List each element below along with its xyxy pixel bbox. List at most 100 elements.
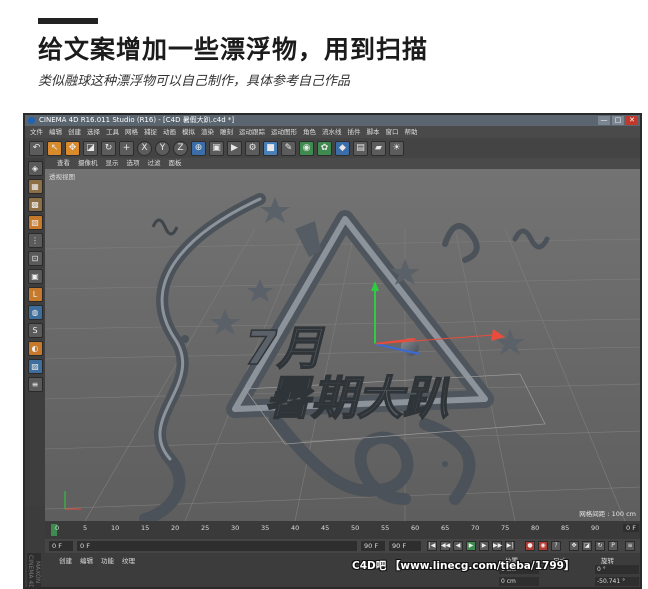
texture-mode-icon[interactable]: ▩ (27, 197, 43, 212)
end-frame-field[interactable]: 90 F (389, 541, 421, 551)
make-editable-icon[interactable]: ◈ (27, 161, 43, 176)
move-icon[interactable]: ✥ (65, 140, 80, 156)
scale-key-icon[interactable]: ◪ (582, 541, 592, 551)
menu-script[interactable]: 脚本 (367, 126, 380, 138)
menu-pipeline[interactable]: 流水线 (322, 126, 342, 138)
next-frame-icon[interactable]: ▶ (479, 541, 489, 551)
menu-create[interactable]: 创建 (68, 126, 81, 138)
array-icon[interactable]: ✿ (317, 140, 332, 156)
viewport-menu-camera[interactable]: 摄像机 (78, 158, 98, 169)
layer-icon[interactable]: ≡ (27, 377, 43, 392)
minimize-button[interactable]: — (598, 116, 610, 125)
frame-range-end[interactable]: 90 F (361, 541, 385, 551)
menu-snap[interactable]: 捕捉 (144, 126, 157, 138)
menu-select[interactable]: 选择 (87, 126, 100, 138)
axis-mode-icon[interactable]: L (27, 287, 43, 302)
menu-mograph[interactable]: 运动图形 (271, 126, 297, 138)
menu-mesh[interactable]: 网格 (125, 126, 138, 138)
close-button[interactable]: ✕ (626, 116, 638, 125)
record-icon[interactable]: ● (525, 541, 535, 551)
material-menu-texture[interactable]: 纹理 (122, 555, 135, 565)
world-coord-icon[interactable]: ⊕ (191, 140, 206, 156)
viewport-label: 透视视图 (49, 173, 75, 181)
snap-icon[interactable]: S (27, 323, 43, 338)
menu-help[interactable]: 帮助 (405, 126, 418, 138)
magnet-icon[interactable]: ◐ (27, 341, 43, 356)
menu-animate[interactable]: 动画 (163, 126, 176, 138)
y-axis-icon[interactable]: Y (155, 140, 170, 156)
model-mode-icon[interactable]: ▦ (27, 179, 43, 194)
pointer-icon[interactable]: ↖ (47, 140, 62, 156)
menu-file[interactable]: 文件 (30, 126, 43, 138)
menu-sculpt[interactable]: 雕刻 (220, 126, 233, 138)
viewport-menu: 查看 摄像机 显示 选项 过滤 面板 (45, 158, 640, 169)
keyframe-selection-icon[interactable]: ? (551, 541, 561, 551)
render-region-icon[interactable]: ▣ (209, 140, 224, 156)
nurbs-icon[interactable]: ◉ (299, 140, 314, 156)
prev-key-icon[interactable]: ◀◀ (440, 541, 450, 551)
viewport-menu-display[interactable]: 显示 (106, 158, 119, 169)
tick-80: 80 (531, 524, 540, 532)
points-mode-icon[interactable]: ⋮ (27, 233, 43, 248)
z-axis-icon[interactable]: Z (173, 140, 188, 156)
add-icon[interactable]: + (119, 140, 134, 156)
rotation-h-field[interactable]: 0 ° (595, 565, 639, 574)
menu-edit[interactable]: 编辑 (49, 126, 62, 138)
start-frame-field[interactable]: 0 F (49, 541, 73, 551)
tick-60: 60 (411, 524, 420, 532)
workplane-icon[interactable]: ▧ (27, 215, 43, 230)
grid-icon[interactable]: ▨ (27, 359, 43, 374)
viewport-menu-view[interactable]: 查看 (57, 158, 70, 169)
viewport-menu-panel[interactable]: 面板 (169, 158, 182, 169)
autokey-icon[interactable]: ◉ (538, 541, 548, 551)
grid-spacing: 网格间距 : 100 cm (579, 510, 636, 518)
menu-render[interactable]: 渲染 (201, 126, 214, 138)
first-frame-icon[interactable]: |◀ (427, 541, 437, 551)
frame-range-start[interactable]: 0 F (77, 541, 357, 551)
material-menu-create[interactable]: 创建 (59, 555, 72, 565)
coord-header-rotation: 旋转 (601, 557, 614, 565)
undo-icon[interactable]: ↶ (29, 140, 44, 156)
light-icon[interactable]: ☀ (389, 140, 404, 156)
render-settings-icon[interactable]: ⚙ (245, 140, 260, 156)
timeline-menu-icon[interactable]: ≡ (625, 541, 635, 551)
header-accent-bar (38, 18, 98, 24)
timeline[interactable]: 0 5 10 15 20 25 30 35 40 45 50 55 60 65 … (45, 521, 640, 539)
maximize-button[interactable]: □ (612, 116, 624, 125)
menu-window[interactable]: 窗口 (386, 126, 399, 138)
menu-simulate[interactable]: 模拟 (182, 126, 195, 138)
rotation-p-field[interactable]: -50.741 ° (595, 577, 639, 586)
camera-icon[interactable]: ▰ (371, 140, 386, 156)
rotation-key-icon[interactable]: ↻ (595, 541, 605, 551)
next-key-icon[interactable]: ▶▶ (492, 541, 502, 551)
last-frame-icon[interactable]: ▶| (505, 541, 515, 551)
menu-tools[interactable]: 工具 (106, 126, 119, 138)
polygons-mode-icon[interactable]: ▣ (27, 269, 43, 284)
spline-pen-icon[interactable]: ✎ (281, 140, 296, 156)
position-key-icon[interactable]: ✥ (569, 541, 579, 551)
render-view-icon[interactable]: ▶ (227, 140, 242, 156)
viewport-menu-filter[interactable]: 过滤 (148, 158, 161, 169)
viewport-menu-options[interactable]: 选项 (127, 158, 140, 169)
material-menu-function[interactable]: 功能 (101, 555, 114, 565)
menu-plugins[interactable]: 插件 (348, 126, 361, 138)
tick-5: 5 (83, 524, 88, 532)
scale-icon[interactable]: ◪ (83, 140, 98, 156)
scene-icon[interactable]: ▤ (353, 140, 368, 156)
cube-icon[interactable]: ■ (263, 140, 278, 156)
play-icon[interactable]: ▶ (466, 541, 476, 551)
prev-frame-icon[interactable]: ◀ (453, 541, 463, 551)
deformer-icon[interactable]: ◆ (335, 140, 350, 156)
current-frame[interactable]: 0 F (623, 524, 639, 532)
menu-character[interactable]: 角色 (303, 126, 316, 138)
tweak-mode-icon[interactable]: ◍ (27, 305, 43, 320)
perspective-viewport[interactable]: 7月 暑期大趴 透视视图 网格间距 : 100 cm (45, 169, 640, 521)
edges-mode-icon[interactable]: ⊡ (27, 251, 43, 266)
menu-motion-tracking[interactable]: 运动跟踪 (239, 126, 265, 138)
rotate-icon[interactable]: ↻ (101, 140, 116, 156)
material-menu-edit[interactable]: 编辑 (80, 555, 93, 565)
x-axis-icon[interactable]: X (137, 140, 152, 156)
param-key-icon[interactable]: P (608, 541, 618, 551)
position-y-field[interactable]: 0 cm (499, 577, 539, 586)
left-toolbar: ◈ ▦ ▩ ▧ ⋮ ⊡ ▣ L ◍ S ◐ ▨ ≡ (25, 158, 45, 506)
